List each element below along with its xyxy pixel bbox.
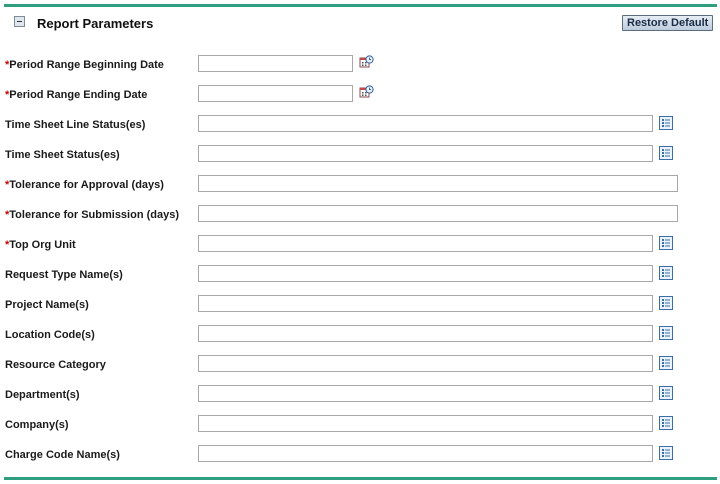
form-row-company-s: Company(s) (0, 415, 720, 437)
field-label: Location Code(s) (5, 329, 95, 341)
form-row-period-range-beginning-date: *Period Range Beginning Date (0, 55, 720, 77)
field-label-text: Period Range Beginning Date (9, 59, 164, 71)
field-label-text: Request Type Name(s) (5, 269, 123, 281)
field-label-text: Top Org Unit (9, 239, 76, 251)
section-header: Report Parameters Restore Default (4, 8, 717, 38)
section-title: Report Parameters (37, 16, 154, 31)
field-label-text: Time Sheet Line Status(es) (5, 119, 146, 131)
field-label: Department(s) (5, 389, 80, 401)
field-label-text: Resource Category (5, 359, 106, 371)
field-label-text: Charge Code Name(s) (5, 449, 120, 461)
restore-default-button[interactable]: Restore Default (622, 15, 714, 31)
form-row-time-sheet-line-status-es: Time Sheet Line Status(es) (0, 115, 720, 137)
field-label-text: Tolerance for Approval (days) (9, 179, 164, 191)
form-row-resource-category: Resource Category (0, 355, 720, 377)
list-picker-icon[interactable] (659, 386, 673, 400)
request-type-name-s-input[interactable] (198, 265, 653, 282)
charge-code-name-s-input[interactable] (198, 445, 653, 462)
list-picker-icon[interactable] (659, 416, 673, 430)
list-picker-icon[interactable] (659, 236, 673, 250)
field-label-text: Department(s) (5, 389, 80, 401)
company-s-input[interactable] (198, 415, 653, 432)
field-label: Request Type Name(s) (5, 269, 123, 281)
field-label-text: Tolerance for Submission (days) (9, 209, 180, 221)
list-picker-icon[interactable] (659, 266, 673, 280)
list-picker-icon[interactable] (659, 356, 673, 370)
field-label: Time Sheet Line Status(es) (5, 119, 145, 131)
field-label-text: Period Range Ending Date (9, 89, 148, 101)
time-sheet-status-es-input[interactable] (198, 145, 653, 162)
form-row-tolerance-for-submission-days: *Tolerance for Submission (days) (0, 205, 720, 227)
field-label: Charge Code Name(s) (5, 449, 120, 461)
project-name-s-input[interactable] (198, 295, 653, 312)
time-sheet-line-status-es-input[interactable] (198, 115, 653, 132)
top-org-unit-input[interactable] (198, 235, 653, 252)
list-picker-icon[interactable] (659, 296, 673, 310)
top-divider (4, 4, 717, 7)
form-row-charge-code-name-s: Charge Code Name(s) (0, 445, 720, 467)
list-picker-icon[interactable] (659, 146, 673, 160)
list-picker-icon[interactable] (659, 326, 673, 340)
field-label-text: Company(s) (5, 419, 69, 431)
list-picker-icon[interactable] (659, 446, 673, 460)
collapse-icon[interactable] (14, 16, 25, 27)
field-label-text: Location Code(s) (5, 329, 95, 341)
field-label: Project Name(s) (5, 299, 89, 311)
calendar-icon[interactable] (359, 85, 374, 100)
field-label-text: Project Name(s) (5, 299, 89, 311)
form-row-location-code-s: Location Code(s) (0, 325, 720, 347)
field-label: Time Sheet Status(es) (5, 149, 120, 161)
form-row-department-s: Department(s) (0, 385, 720, 407)
tolerance-for-approval-days-input[interactable] (198, 175, 678, 192)
field-label: *Tolerance for Approval (days) (5, 179, 164, 191)
resource-category-input[interactable] (198, 355, 653, 372)
bottom-divider (4, 477, 717, 480)
field-label: Company(s) (5, 419, 69, 431)
form-row-project-name-s: Project Name(s) (0, 295, 720, 317)
field-label: Resource Category (5, 359, 106, 371)
calendar-icon[interactable] (359, 55, 374, 70)
period-range-beginning-date-input[interactable] (198, 55, 353, 72)
field-label: *Top Org Unit (5, 239, 76, 251)
list-picker-icon[interactable] (659, 116, 673, 130)
field-label-text: Time Sheet Status(es) (5, 149, 120, 161)
form-row-request-type-name-s: Request Type Name(s) (0, 265, 720, 287)
form-row-time-sheet-status-es: Time Sheet Status(es) (0, 145, 720, 167)
form-row-top-org-unit: *Top Org Unit (0, 235, 720, 257)
field-label: *Tolerance for Submission (days) (5, 209, 179, 221)
form-row-tolerance-for-approval-days: *Tolerance for Approval (days) (0, 175, 720, 197)
location-code-s-input[interactable] (198, 325, 653, 342)
field-label: *Period Range Beginning Date (5, 59, 164, 71)
tolerance-for-submission-days-input[interactable] (198, 205, 678, 222)
form-row-period-range-ending-date: *Period Range Ending Date (0, 85, 720, 107)
period-range-ending-date-input[interactable] (198, 85, 353, 102)
field-label: *Period Range Ending Date (5, 89, 147, 101)
department-s-input[interactable] (198, 385, 653, 402)
